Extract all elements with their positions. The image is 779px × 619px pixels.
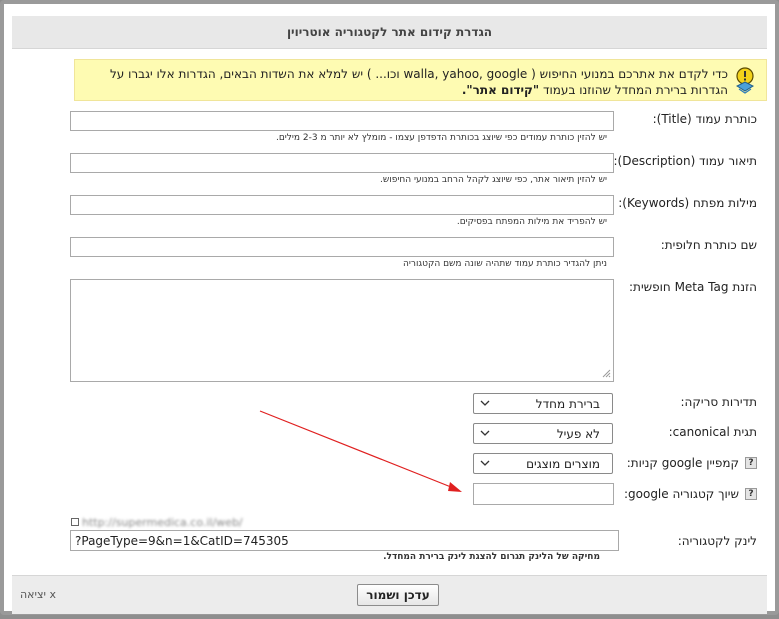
google-category-help-icon[interactable]: ?	[745, 488, 757, 500]
campaign-help-icon[interactable]: ?	[745, 457, 757, 469]
alt-title-label: שם כותרת חלופית:	[660, 238, 757, 252]
dialog-title: הגדרת קידום אתר לקטגוריה אוטריוין	[12, 16, 767, 49]
notice-body: כדי לקדם את אתרכם במנועי החיפוש ( walla,…	[109, 67, 728, 97]
info-notice: כדי לקדם את אתרכם במנועי החיפוש ( walla,…	[74, 59, 767, 101]
dialog-footer: עדכן ושמור x יציאה	[12, 575, 767, 614]
campaign-label: קמפיין google קניות:	[626, 456, 739, 470]
crawl-select[interactable]: ברירת מחדל	[473, 393, 613, 414]
canonical-label: תגית canonical:	[668, 425, 757, 439]
resize-handle-icon[interactable]	[601, 368, 611, 378]
external-link-icon[interactable]	[71, 518, 79, 526]
crawl-label: תדירות סריקה:	[680, 395, 757, 409]
seo-page-link[interactable]: "קידום אתר".	[462, 83, 539, 97]
link-input[interactable]	[70, 530, 619, 551]
link-url-preview[interactable]: http://supermedica.co.il/web/	[82, 516, 243, 529]
title-hint: יש להזין כותרת עמודים כפי שיוצג בכותרת ה…	[275, 133, 607, 143]
chevron-down-icon	[480, 400, 490, 406]
keywords-input[interactable]	[70, 195, 614, 215]
keywords-label: מילות מפתח (Keywords):	[618, 196, 757, 210]
link-label: לינק לקטגוריה:	[677, 534, 757, 548]
campaign-select[interactable]: מוצרים מוצגים	[473, 453, 613, 474]
google-category-input[interactable]	[473, 483, 614, 505]
crawl-selected: ברירת מחדל	[535, 397, 600, 411]
google-category-label: שיוך קטגוריה google:	[623, 487, 739, 501]
exit-link[interactable]: x יציאה	[20, 588, 56, 601]
chevron-down-icon	[480, 460, 490, 466]
canonical-select[interactable]: לא פעיל	[473, 423, 613, 444]
alt-title-input[interactable]	[70, 237, 614, 257]
title-input[interactable]	[70, 111, 614, 131]
title-label: כותרת עמוד (Title):	[652, 112, 757, 126]
campaign-selected: מוצרים מוצגים	[526, 457, 600, 471]
metatag-label: הזנת Meta Tag חופשית:	[629, 280, 757, 294]
description-hint: יש להזין תיאור אתר, כפי שיוצג לקהל הרחב …	[380, 175, 607, 185]
lightbulb-warning-icon	[735, 67, 755, 94]
notice-text: כדי לקדם את אתרכם במנועי החיפוש ( walla,…	[81, 66, 728, 98]
save-button[interactable]: עדכן ושמור	[357, 584, 439, 606]
keywords-hint: יש להפריד את מילות המפתח בפסיקים.	[456, 217, 607, 227]
canonical-selected: לא פעיל	[556, 427, 600, 441]
alt-title-hint: ניתן להגדיר כותרת עמוד שתהיה שונה משם הק…	[402, 259, 607, 269]
description-input[interactable]	[70, 153, 614, 173]
description-label: תיאור עמוד (Description):	[613, 154, 757, 168]
metatag-textarea[interactable]	[70, 279, 614, 382]
chevron-down-icon	[480, 430, 490, 436]
link-hint: מחיקה של הלינק תגרום להצגת לינק ברירת המ…	[383, 552, 600, 562]
seo-dialog: הגדרת קידום אתר לקטגוריה אוטריוין כדי לק…	[0, 0, 779, 615]
